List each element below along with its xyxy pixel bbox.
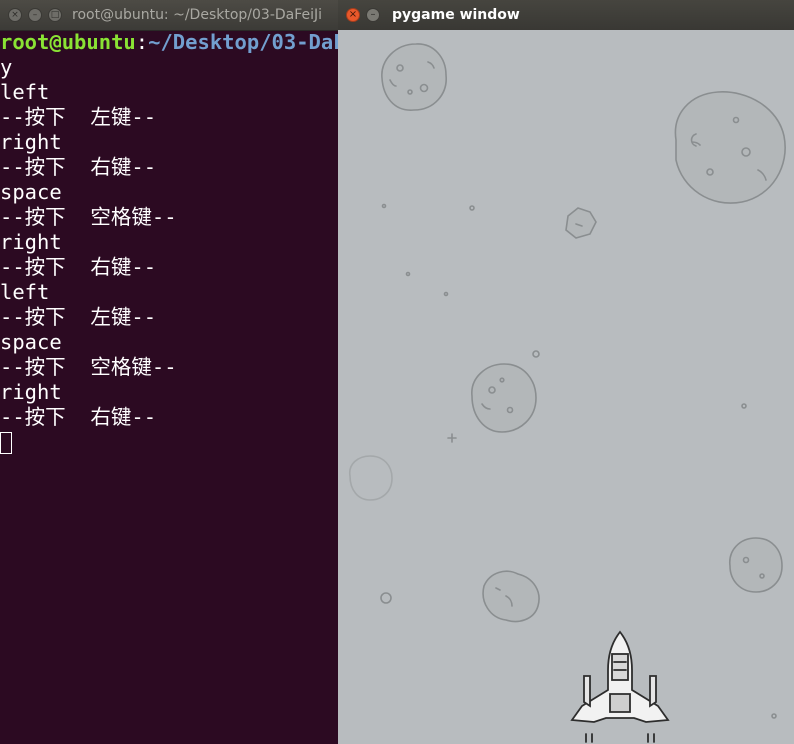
terminal-line: --按下 左键-- (0, 105, 157, 129)
debris-sprite (771, 713, 777, 719)
debris-sprite (381, 203, 387, 209)
terminal-line: --按下 空格键-- (0, 355, 177, 379)
prompt-path: ~/Desktop/03-DaFeiJi (148, 30, 338, 54)
terminal-line: --按下 右键-- (0, 155, 157, 179)
pygame-window[interactable]: × – pygame window (338, 0, 794, 744)
debris-sprite (380, 592, 392, 604)
close-icon[interactable]: × (8, 8, 22, 22)
terminal-title: root@ubuntu: ~/Desktop/03-DaFeiJi (72, 7, 323, 23)
asteroid-sprite (729, 537, 783, 593)
terminal-line: --按下 右键-- (0, 255, 157, 279)
terminal-line: --按下 左键-- (0, 305, 157, 329)
terminal-window[interactable]: × – □ root@ubuntu: ~/Desktop/03-DaFeiJi … (0, 0, 338, 744)
asteroid-sprite (471, 363, 537, 433)
pygame-title: pygame window (392, 7, 520, 23)
asteroid-sprite (482, 570, 540, 623)
terminal-line: right (0, 380, 62, 404)
terminal-line: left (0, 280, 50, 304)
terminal-line: right (0, 230, 62, 254)
debris-sprite (741, 403, 747, 409)
terminal-prompt: root@ubuntu:~/Desktop/03-DaFeiJi (0, 30, 338, 55)
maximize-icon[interactable]: □ (48, 8, 62, 22)
terminal-cursor (0, 432, 12, 454)
game-canvas[interactable] (338, 30, 794, 744)
debris-sprite (469, 205, 475, 211)
minimize-icon[interactable]: – (28, 8, 42, 22)
asteroid-sprite (565, 207, 597, 239)
terminal-line: left (0, 80, 50, 104)
asteroid-sprite (381, 43, 447, 111)
close-icon[interactable]: × (346, 8, 360, 22)
terminal-line: y (0, 55, 13, 79)
terminal-body[interactable]: root@ubuntu:~/Desktop/03-DaFeiJi y left … (0, 30, 338, 744)
terminal-line: --按下 右键-- (0, 405, 157, 429)
sparkle-sprite (447, 433, 457, 443)
debris-sprite (405, 271, 411, 277)
asteroid-sprite (674, 91, 786, 204)
terminal-titlebar[interactable]: × – □ root@ubuntu: ~/Desktop/03-DaFeiJi (0, 0, 338, 31)
debris-sprite (532, 350, 540, 358)
terminal-line: space (0, 180, 62, 204)
pygame-titlebar[interactable]: × – pygame window (338, 0, 794, 30)
debris-sprite (443, 291, 449, 297)
asteroid-sprite (348, 455, 393, 501)
player-ship-sprite (570, 630, 670, 743)
prompt-user: root@ubuntu (0, 30, 136, 54)
minimize-icon[interactable]: – (366, 8, 380, 22)
terminal-line: --按下 空格键-- (0, 205, 177, 229)
prompt-separator: : (135, 30, 149, 54)
terminal-line: space (0, 330, 62, 354)
terminal-line: right (0, 130, 62, 154)
